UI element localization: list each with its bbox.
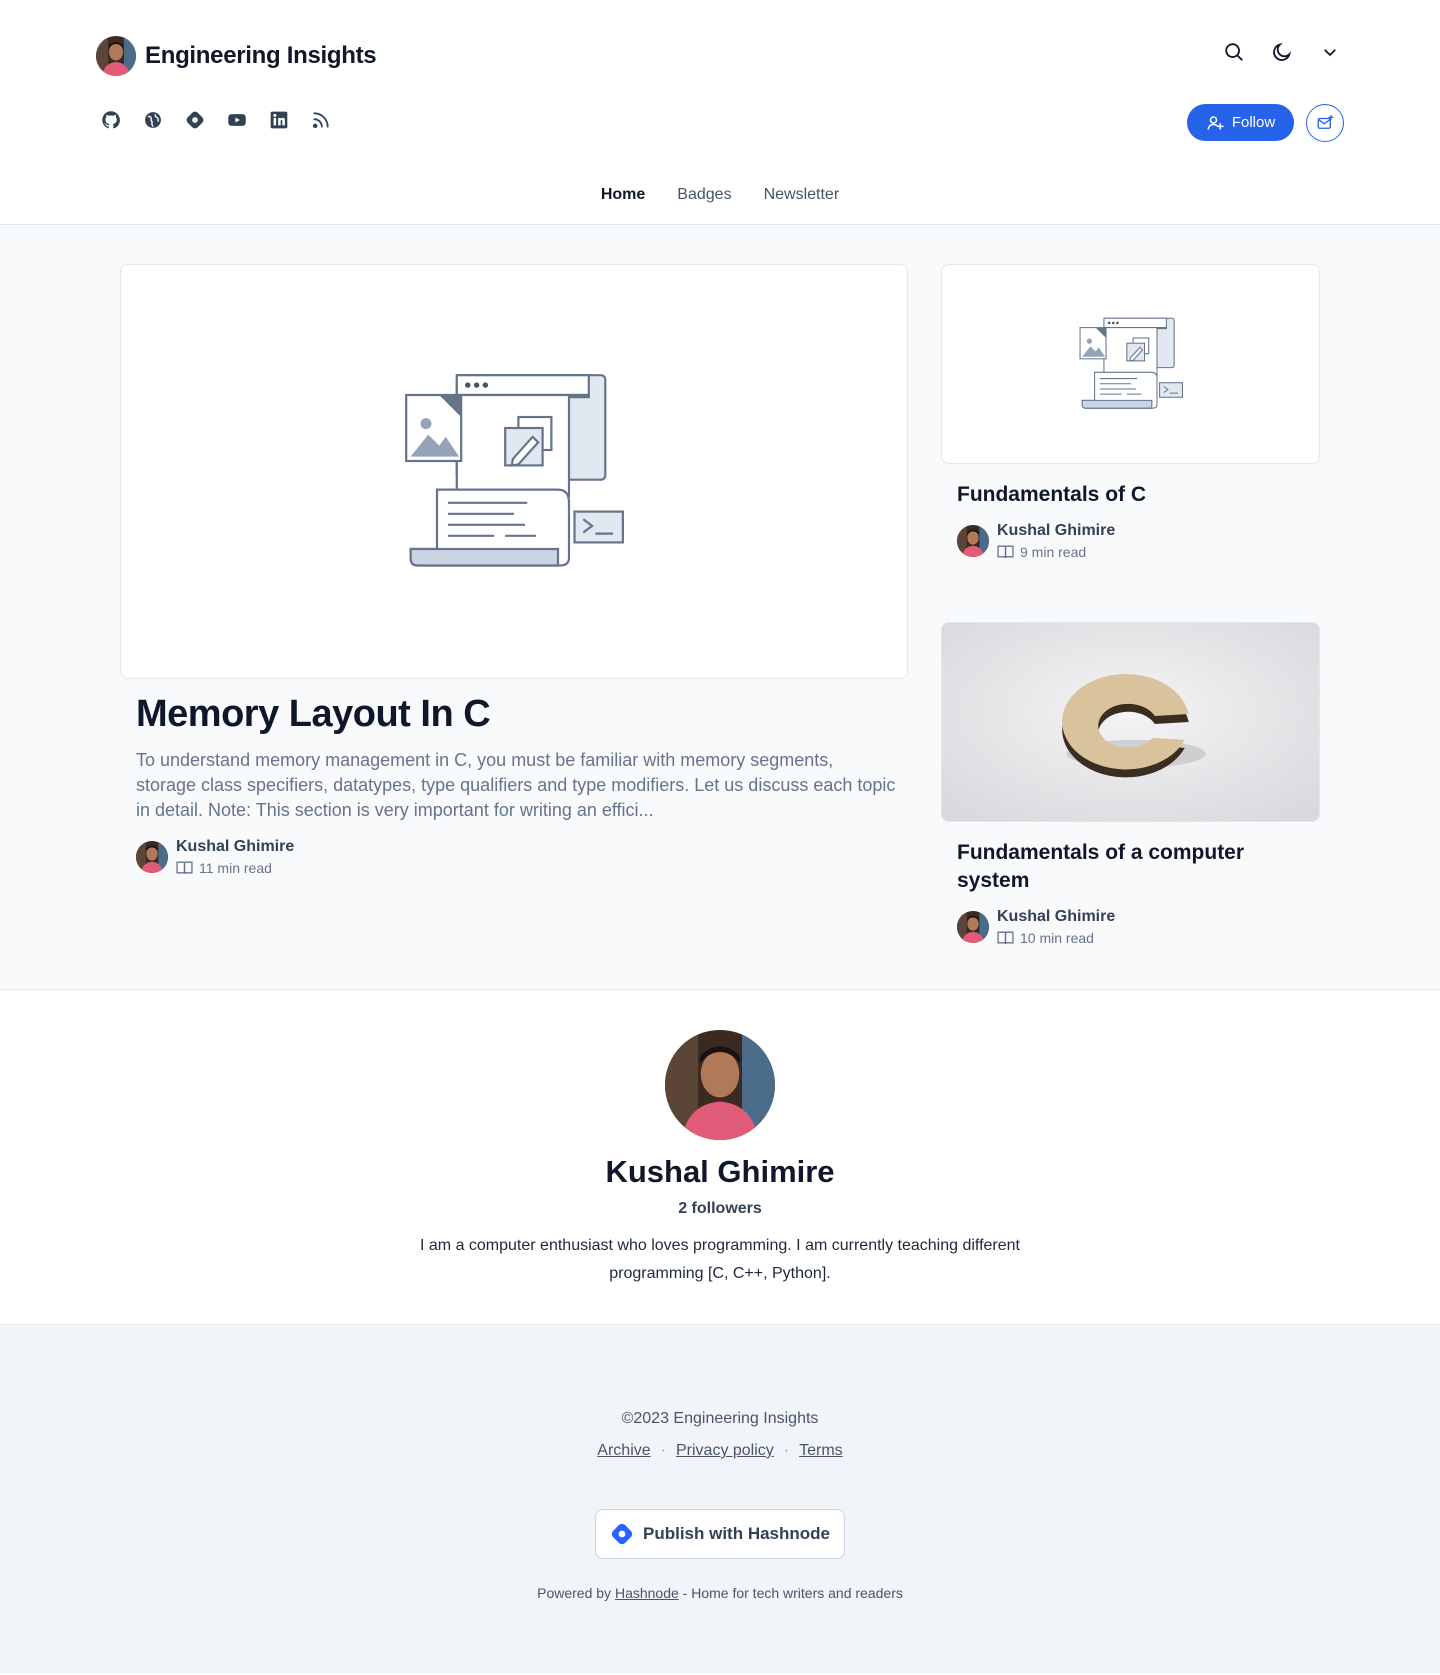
side-post-cover[interactable] bbox=[941, 622, 1320, 822]
header-tools bbox=[1220, 38, 1344, 66]
side-post-meta: Kushal Ghimire 10 min read bbox=[957, 908, 1115, 946]
publish-label: Publish with Hashnode bbox=[642, 1524, 830, 1543]
placeholder-illustration bbox=[404, 373, 624, 571]
linkedin-icon[interactable] bbox=[268, 109, 290, 131]
hashnode-logo-icon bbox=[611, 1523, 633, 1545]
featured-post-brief[interactable]: To understand memory management in C, yo… bbox=[136, 748, 896, 823]
nav-item-badges[interactable]: Badges bbox=[677, 186, 731, 204]
author-avatar[interactable] bbox=[957, 911, 989, 943]
read-time: 9 min read bbox=[997, 543, 1115, 560]
side-post-cover[interactable] bbox=[941, 264, 1320, 464]
rss-icon[interactable] bbox=[310, 109, 332, 131]
newsletter-subscribe-button[interactable] bbox=[1306, 104, 1344, 142]
posts-section: Memory Layout In C To understand memory … bbox=[0, 225, 1440, 990]
side-post-title[interactable]: Fundamentals of a computer system bbox=[957, 839, 1297, 895]
powered-suffix: - Home for tech writers and readers bbox=[682, 1585, 903, 1601]
blog-title[interactable]: Engineering Insights bbox=[145, 42, 377, 70]
privacy-policy-link[interactable]: Privacy policy bbox=[676, 1442, 774, 1460]
featured-post-cover[interactable] bbox=[120, 264, 908, 679]
author-card: Kushal Ghimire 2 followers I am a comput… bbox=[0, 990, 1440, 1325]
main-nav: Home Badges Newsletter bbox=[0, 186, 1440, 204]
globe-icon[interactable] bbox=[142, 109, 164, 131]
archive-link[interactable]: Archive bbox=[597, 1442, 650, 1460]
featured-post-meta: Kushal Ghimire 11 min read bbox=[136, 838, 294, 876]
moon-icon[interactable] bbox=[1268, 38, 1296, 66]
publish-with-hashnode-button[interactable]: Publish with Hashnode bbox=[595, 1509, 845, 1559]
chevron-down-icon[interactable] bbox=[1316, 38, 1344, 66]
blog-logo-avatar bbox=[96, 36, 136, 76]
book-open-icon bbox=[176, 859, 193, 876]
separator: · bbox=[783, 1442, 790, 1459]
book-open-icon bbox=[997, 543, 1014, 560]
author-followers[interactable]: 2 followers bbox=[0, 1200, 1440, 1218]
search-icon[interactable] bbox=[1220, 38, 1248, 66]
site-footer: ©2023 Engineering Insights Archive · Pri… bbox=[0, 1325, 1440, 1673]
author-bio: I am a computer enthusiast who loves pro… bbox=[420, 1237, 1020, 1282]
youtube-icon[interactable] bbox=[226, 109, 248, 131]
author-profile-photo[interactable] bbox=[665, 1030, 775, 1140]
author-avatar[interactable] bbox=[957, 525, 989, 557]
read-time-label: 11 min read bbox=[199, 859, 272, 876]
footer-links: Archive · Privacy policy · Terms bbox=[0, 1442, 1440, 1460]
read-time: 11 min read bbox=[176, 859, 294, 876]
mail-plus-icon bbox=[1317, 114, 1334, 129]
follow-button[interactable]: Follow bbox=[1187, 104, 1294, 141]
author-avatar[interactable] bbox=[136, 841, 168, 873]
follow-button-label: Follow bbox=[1231, 114, 1276, 131]
letter-c-cover-image bbox=[942, 623, 1319, 821]
side-post-title[interactable]: Fundamentals of C bbox=[957, 481, 1297, 509]
read-time-label: 9 min read bbox=[1020, 543, 1087, 560]
powered-prefix: Powered by bbox=[537, 1585, 612, 1601]
author-name[interactable]: Kushal Ghimire bbox=[997, 522, 1115, 540]
book-open-icon bbox=[997, 929, 1014, 946]
author-card-name[interactable]: Kushal Ghimire bbox=[0, 1154, 1440, 1190]
side-post-meta: Kushal Ghimire 9 min read bbox=[957, 522, 1115, 560]
hashnode-icon[interactable] bbox=[184, 109, 206, 131]
read-time: 10 min read bbox=[997, 929, 1115, 946]
terms-link[interactable]: Terms bbox=[799, 1442, 843, 1460]
separator: · bbox=[660, 1442, 666, 1459]
github-icon[interactable] bbox=[100, 109, 122, 131]
author-name[interactable]: Kushal Ghimire bbox=[176, 838, 294, 856]
nav-item-newsletter[interactable]: Newsletter bbox=[764, 186, 840, 204]
nav-item-home[interactable]: Home bbox=[601, 186, 645, 204]
hashnode-link[interactable]: Hashnode bbox=[615, 1585, 679, 1601]
featured-post-title[interactable]: Memory Layout In C bbox=[136, 693, 491, 736]
powered-by: Powered by Hashnode - Home for tech writ… bbox=[0, 1585, 1440, 1601]
copyright: ©2023 Engineering Insights bbox=[621, 1410, 819, 1427]
read-time-label: 10 min read bbox=[1020, 929, 1094, 946]
blog-brand[interactable]: Engineering Insights bbox=[96, 36, 377, 76]
social-links bbox=[100, 109, 332, 131]
author-name[interactable]: Kushal Ghimire bbox=[997, 908, 1115, 926]
site-header: Engineering Insights Follow Home Badges … bbox=[0, 0, 1440, 225]
placeholder-illustration bbox=[1079, 317, 1183, 411]
add-user-icon bbox=[1207, 115, 1224, 130]
